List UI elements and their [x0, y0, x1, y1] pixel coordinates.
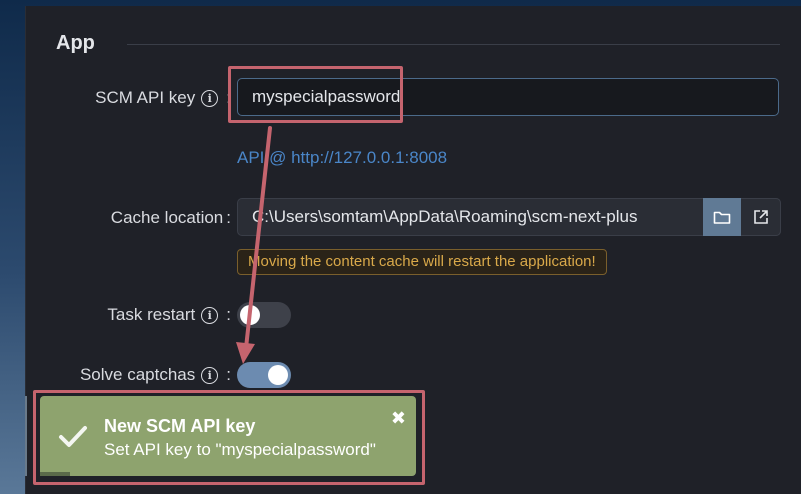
annotation-arrow [236, 126, 272, 364]
